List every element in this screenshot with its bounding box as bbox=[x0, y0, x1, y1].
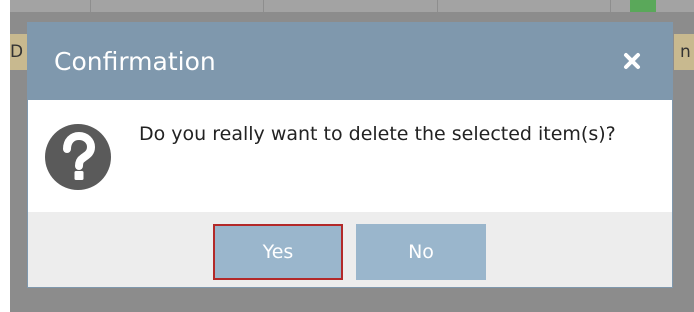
background-text-fragment: n bbox=[680, 42, 691, 62]
dialog-body: Do you really want to delete the selecte… bbox=[28, 100, 672, 212]
dialog-footer: Yes No bbox=[28, 212, 672, 287]
grid-divider bbox=[610, 0, 611, 12]
yes-button[interactable]: Yes bbox=[213, 224, 343, 280]
background-text-fragment: D bbox=[10, 42, 24, 62]
close-button[interactable] bbox=[616, 45, 648, 77]
background-grid-row bbox=[10, 0, 694, 12]
grid-divider bbox=[90, 0, 91, 12]
grid-divider bbox=[437, 0, 438, 12]
dialog-header: Confirmation bbox=[28, 23, 672, 100]
dialog-message: Do you really want to delete the selecte… bbox=[139, 123, 616, 145]
confirmation-dialog: Confirmation Do you really want to delet… bbox=[27, 22, 673, 288]
question-icon bbox=[45, 124, 111, 190]
grid-divider bbox=[263, 0, 264, 12]
background-status-chip bbox=[630, 0, 656, 12]
dialog-title: Confirmation bbox=[54, 47, 216, 76]
close-icon bbox=[624, 53, 640, 69]
no-button[interactable]: No bbox=[356, 224, 486, 280]
